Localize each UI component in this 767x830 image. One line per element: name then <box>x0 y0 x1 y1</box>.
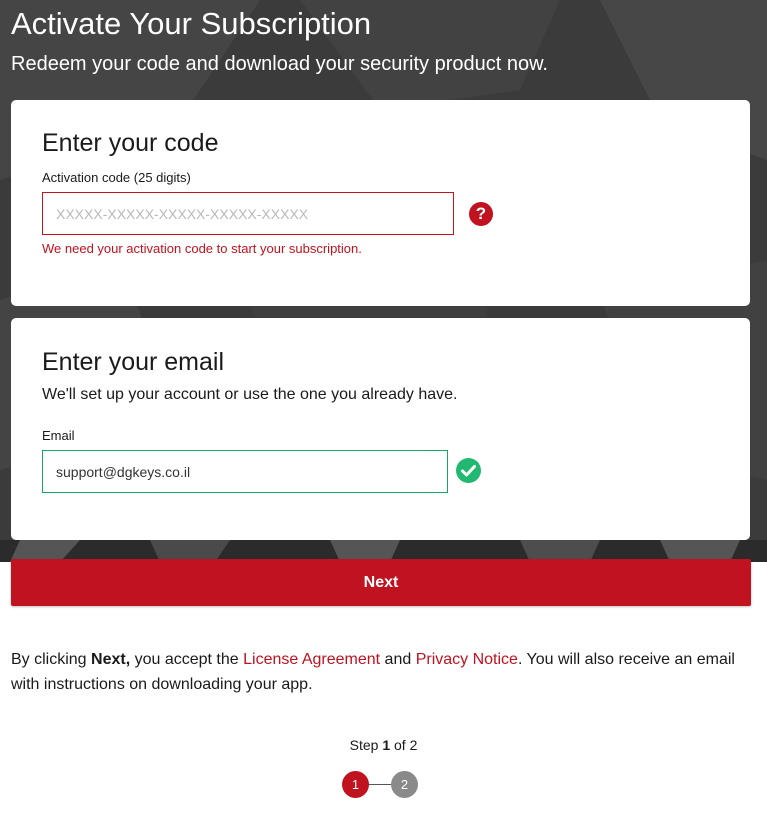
email-card: Enter your email We'll set up your accou… <box>11 318 750 540</box>
email-card-heading: Enter your email <box>42 348 225 376</box>
legal-next-word: Next, <box>91 651 131 668</box>
check-circle-icon <box>456 458 481 483</box>
privacy-notice-link[interactable]: Privacy Notice <box>416 651 518 668</box>
step-prefix: Step <box>349 737 383 753</box>
question-icon[interactable]: ? <box>469 202 493 226</box>
step-current: 1 <box>382 737 391 753</box>
email-label: Email <box>42 428 75 443</box>
step-indicator-text: Step 1 of 2 <box>0 737 767 753</box>
license-agreement-link[interactable]: License Agreement <box>243 651 380 668</box>
legal-notice: By clicking Next, you accept the License… <box>11 647 741 697</box>
email-input[interactable] <box>42 450 448 493</box>
activation-code-error: We need your activation code to start yo… <box>42 241 362 256</box>
page-title: Activate Your Subscription <box>11 6 372 41</box>
legal-prefix: By clicking <box>11 651 92 668</box>
email-card-description: We'll set up your account or use the one… <box>42 386 458 403</box>
activation-code-card: Enter your code Activation code (25 digi… <box>11 100 750 306</box>
step-connector <box>368 784 392 785</box>
page-subtitle: Redeem your code and download your secur… <box>11 53 548 75</box>
activation-code-input[interactable] <box>42 192 454 235</box>
step-2-dot: 2 <box>391 771 418 798</box>
code-card-heading: Enter your code <box>42 129 219 157</box>
legal-middle: you accept the <box>130 651 244 668</box>
next-button[interactable]: Next <box>11 559 751 606</box>
activation-code-label: Activation code (25 digits) <box>42 170 191 185</box>
legal-and: and <box>380 651 416 668</box>
step-1-dot: 1 <box>342 771 369 798</box>
step-middle: of <box>390 737 410 753</box>
step-total: 2 <box>409 737 418 753</box>
